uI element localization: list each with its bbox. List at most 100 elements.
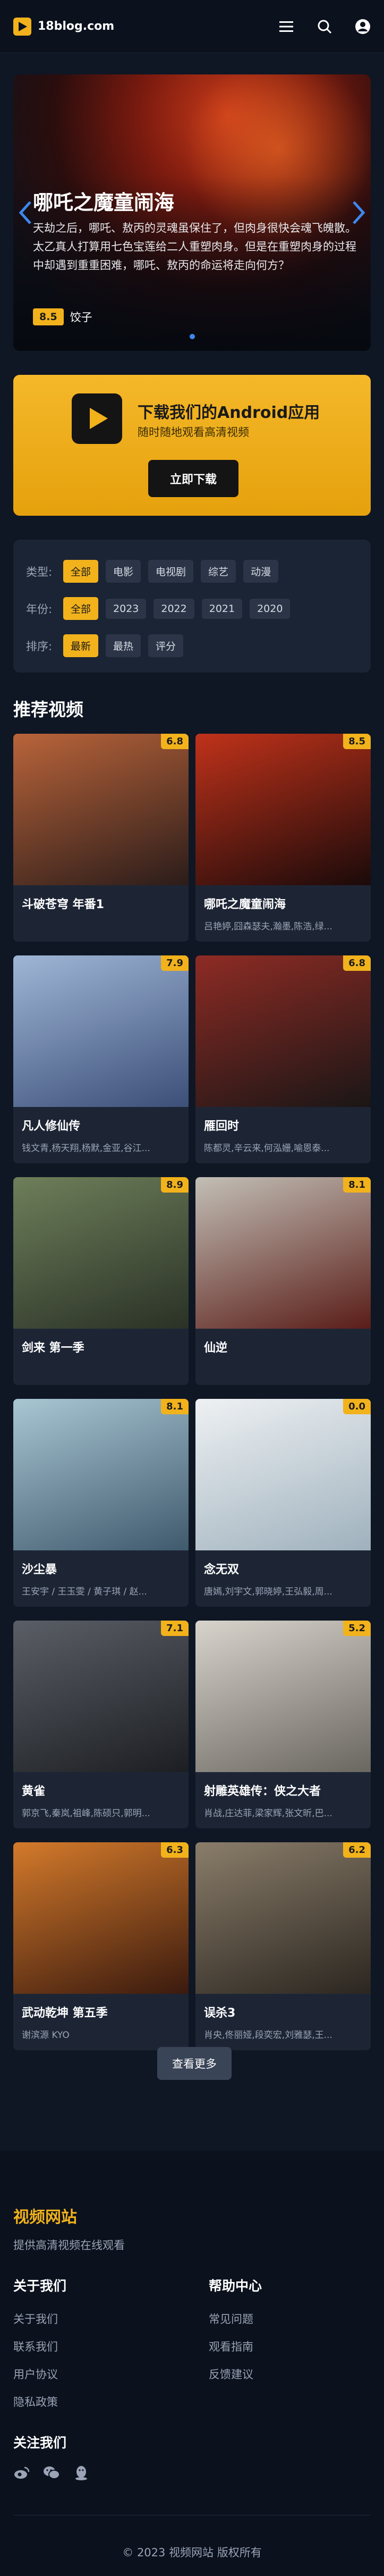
filter-type-all[interactable]: 全部	[63, 560, 99, 583]
footer-link-feedback[interactable]: 反馈建议	[209, 2366, 262, 2382]
filter-panel: 类型: 全部 电影 电视剧 综艺 动漫 年份: 全部 2023 2022 202…	[13, 540, 371, 673]
filter-type-tv[interactable]: 电视剧	[148, 560, 194, 583]
section-title: 推荐视频	[13, 699, 83, 720]
filter-type-label: 类型:	[26, 565, 53, 578]
search-icon[interactable]	[317, 19, 332, 35]
poster-image	[195, 1842, 371, 1994]
rating-badge: 0.0	[343, 1399, 371, 1414]
footer-link-terms[interactable]: 用户协议	[13, 2366, 66, 2382]
video-title[interactable]: 黄雀	[22, 1782, 181, 1799]
video-title[interactable]: 射雕英雄传：侠之大者	[204, 1782, 363, 1799]
video-card[interactable]: 8.1 仙逆	[195, 1177, 371, 1385]
rating-badge: 7.1	[161, 1621, 189, 1636]
filter-sort-label: 排序:	[26, 640, 53, 653]
video-title[interactable]: 雁回时	[204, 1117, 363, 1134]
video-actors: 谢滨源 KYO	[22, 2030, 70, 2041]
rating-badge: 8.9	[161, 1177, 189, 1193]
poster-image	[195, 1621, 371, 1772]
footer-link-guide[interactable]: 观看指南	[209, 2338, 262, 2354]
poster-image	[13, 1177, 189, 1329]
video-card[interactable]: 6.8 雁回时陈都灵,辛云来,何泓姗,喻恩泰...	[195, 955, 371, 1163]
video-actors: 唐嫣,刘宇文,郭晓婷,王弘毅,周...	[204, 1587, 332, 1597]
weibo-icon[interactable]	[13, 2464, 30, 2481]
video-title[interactable]: 误杀3	[204, 2003, 363, 2020]
site-header: 18blog.com	[0, 0, 384, 53]
poster-image	[195, 955, 371, 1107]
video-card[interactable]: 7.9 凡人修仙传 钱文青,杨天翔,杨默,金亚,谷江...	[13, 955, 189, 1163]
video-actors: 肖央,佟丽娅,段奕宏,刘雅瑟,王...	[204, 2030, 332, 2041]
poster-image	[195, 1399, 371, 1550]
video-title[interactable]: 斗破苍穹 年番1	[22, 895, 181, 912]
filter-year-2022[interactable]: 2022	[153, 598, 194, 619]
video-card[interactable]: 8.1 沙尘暴 王安宇 / 王玉雯 / 黄子琪 / 赵...	[13, 1399, 189, 1607]
wechat-icon[interactable]	[43, 2464, 60, 2481]
sort-latest[interactable]: 最新	[63, 634, 99, 657]
app-download-banner: 下载我们的Android应用 随时随地观看高清视频 立即下载	[13, 375, 371, 516]
load-more-button[interactable]: 查看更多	[157, 2047, 232, 2080]
app-subtitle: 随时随地观看高清视频	[138, 426, 249, 439]
footer-description: 提供高清视频在线观看	[13, 2239, 125, 2252]
footer-link-contact[interactable]: 联系我们	[13, 2338, 66, 2354]
video-title[interactable]: 凡人修仙传	[22, 1117, 181, 1134]
rating-badge: 7.9	[161, 955, 189, 971]
carousel-next-button[interactable]	[352, 200, 366, 225]
rating-badge: 6.3	[161, 1842, 189, 1858]
footer-link-privacy[interactable]: 隐私政策	[13, 2394, 66, 2410]
hero-carousel[interactable]: 哪吒之魔童闹海 天劫之后，哪吒、敖丙的灵魂虽保住了，但肉身很快会魂飞魄散。太乙真…	[13, 74, 371, 351]
rating-badge: 8.5	[343, 734, 371, 749]
footer-help-title: 帮助中心	[209, 2278, 262, 2294]
filter-type-movie[interactable]: 电影	[106, 560, 141, 583]
poster-image	[13, 1621, 189, 1772]
poster-image	[195, 734, 371, 885]
app-logo-icon	[72, 393, 122, 444]
site-footer: 视频网站 提供高清视频在线观看 关于我们 关于我们 联系我们 用户协议 隐私政策…	[0, 2151, 384, 2576]
video-actors: 吕艳婷,囧森瑟夫,瀚墨,陈浩,绿...	[204, 921, 332, 932]
video-card[interactable]: 6.8 斗破苍穹 年番1	[13, 734, 189, 942]
filter-year-2020[interactable]: 2020	[250, 598, 291, 619]
logo-icon[interactable]	[13, 17, 31, 36]
filter-type-anime[interactable]: 动漫	[243, 560, 279, 583]
footer-follow-title: 关注我们	[13, 2435, 67, 2451]
sort-hottest[interactable]: 最热	[106, 634, 141, 657]
video-actors: 陈都灵,辛云来,何泓姗,喻恩泰...	[204, 1143, 330, 1154]
poster-image	[13, 955, 189, 1107]
poster-image	[13, 734, 189, 885]
hero-director: 饺子	[70, 311, 92, 324]
app-title: 下载我们的Android应用	[138, 404, 320, 422]
copyright-text: © 2023 视频网站 版权所有	[122, 2546, 262, 2559]
sort-rating[interactable]: 评分	[148, 634, 184, 657]
video-title[interactable]: 哪吒之魔童闹海	[204, 895, 363, 912]
video-card[interactable]: 6.3 武动乾坤 第五季谢滨源 KYO	[13, 1842, 189, 2050]
video-title[interactable]: 沙尘暴	[22, 1560, 181, 1577]
carousel-dot[interactable]	[189, 334, 195, 339]
logo-text[interactable]: 18blog.com	[38, 20, 114, 33]
carousel-prev-button[interactable]	[18, 200, 32, 225]
menu-icon[interactable]	[278, 19, 294, 35]
filter-type-variety[interactable]: 综艺	[201, 560, 236, 583]
video-card[interactable]: 7.1 黄雀 郭京飞,秦岚,祖峰,陈硕只,郭明...	[13, 1621, 189, 1828]
footer-link-faq[interactable]: 常见问题	[209, 2311, 262, 2327]
download-button[interactable]: 立即下载	[148, 460, 238, 497]
filter-year-2021[interactable]: 2021	[201, 598, 243, 619]
filter-year-2023[interactable]: 2023	[106, 598, 147, 619]
video-card[interactable]: 0.0 念无双唐嫣,刘宇文,郭晓婷,王弘毅,周...	[195, 1399, 371, 1607]
video-title[interactable]: 武动乾坤 第五季	[22, 2003, 181, 2020]
video-title[interactable]: 念无双	[204, 1560, 363, 1577]
qq-icon[interactable]	[73, 2464, 90, 2481]
video-card[interactable]: 5.2 射雕英雄传：侠之大者 肖战,庄达菲,梁家辉,张文昕,巴...	[195, 1621, 371, 1828]
hero-description: 天劫之后，哪吒、敖丙的灵魂虽保住了，但肉身很快会魂飞魄散。太乙真人打算用七色宝莲…	[33, 222, 356, 272]
video-title[interactable]: 仙逆	[204, 1338, 363, 1355]
video-card[interactable]: 6.2 误杀3 肖央,佟丽娅,段奕宏,刘雅瑟,王...	[195, 1842, 371, 2050]
video-grid: 6.8 斗破苍穹 年番1 8.5 哪吒之魔童闹海 吕艳婷,囧森瑟夫,瀚墨,陈浩,绿..…	[13, 734, 371, 2050]
rating-badge: 6.8	[343, 955, 371, 971]
video-card[interactable]: 8.5 哪吒之魔童闹海吕艳婷,囧森瑟夫,瀚墨,陈浩,绿...	[195, 734, 371, 942]
video-title[interactable]: 剑来 第一季	[22, 1338, 181, 1355]
video-actors: 肖战,庄达菲,梁家辉,张文昕,巴...	[204, 1808, 332, 1819]
footer-link-about[interactable]: 关于我们	[13, 2311, 66, 2327]
hero-title[interactable]: 哪吒之魔童闹海	[33, 186, 174, 215]
rating-badge: 6.2	[343, 1842, 371, 1858]
user-icon[interactable]	[355, 19, 371, 35]
footer-about-title: 关于我们	[13, 2278, 67, 2294]
filter-year-all[interactable]: 全部	[63, 597, 99, 620]
video-card[interactable]: 8.9 剑来 第一季	[13, 1177, 189, 1385]
